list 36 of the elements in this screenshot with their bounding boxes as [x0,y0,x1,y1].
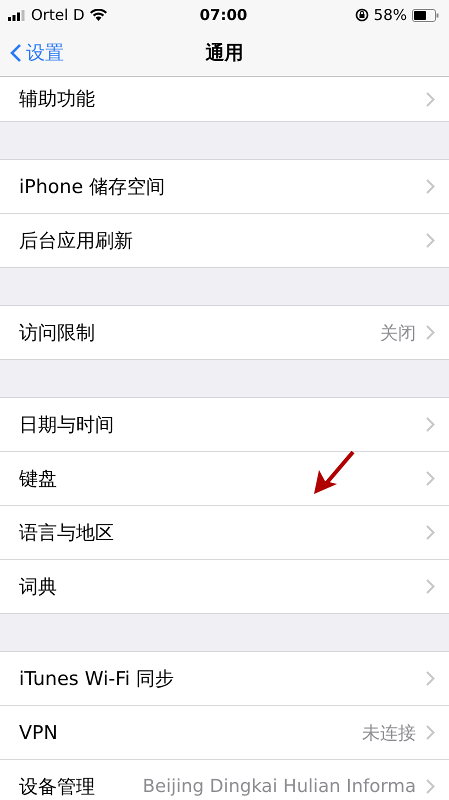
row-label: iTunes Wi-Fi 同步 [19,666,174,692]
signal-icon [8,10,26,20]
row-value: Beijing Dingkai Hulian Informa [142,776,417,797]
row-label: 访问限制 [19,320,95,346]
row-label: 词典 [19,574,57,600]
chevron-icon [426,325,435,340]
chevron-icon [426,417,435,432]
clock-time: 07:00 [200,6,248,24]
back-button[interactable]: 设置 [0,39,70,67]
row-value: 关闭 [379,322,417,344]
chevron-icon [426,179,435,194]
row-label: iPhone 储存空间 [19,174,166,200]
row-label: 语言与地区 [19,520,114,546]
battery-icon [412,8,439,22]
chevron-icon [426,671,435,686]
row-label: VPN [19,722,58,744]
battery-percent: 58% [374,6,407,24]
page-title: 通用 [206,41,244,66]
chevron-icon [426,233,435,248]
annotation-arrow [314,450,355,494]
wifi-icon [90,9,107,21]
chevron-icon [426,779,435,794]
back-chevron-icon [10,43,22,63]
row-label: 后台应用刷新 [19,228,133,254]
chevron-icon [426,579,435,594]
row-value: 未连接 [361,722,417,744]
chevron-icon [426,525,435,540]
row-label: 日期与时间 [19,412,114,438]
carrier-name: Ortel D [31,6,85,24]
row-label: 设备管理 [19,774,95,800]
rotation-lock-icon [354,8,369,22]
chevron-icon [426,471,435,486]
chevron-icon [426,92,435,106]
row-label: 键盘 [19,466,57,492]
row-label: 辅助功能 [19,87,95,112]
chevron-icon [426,725,435,740]
